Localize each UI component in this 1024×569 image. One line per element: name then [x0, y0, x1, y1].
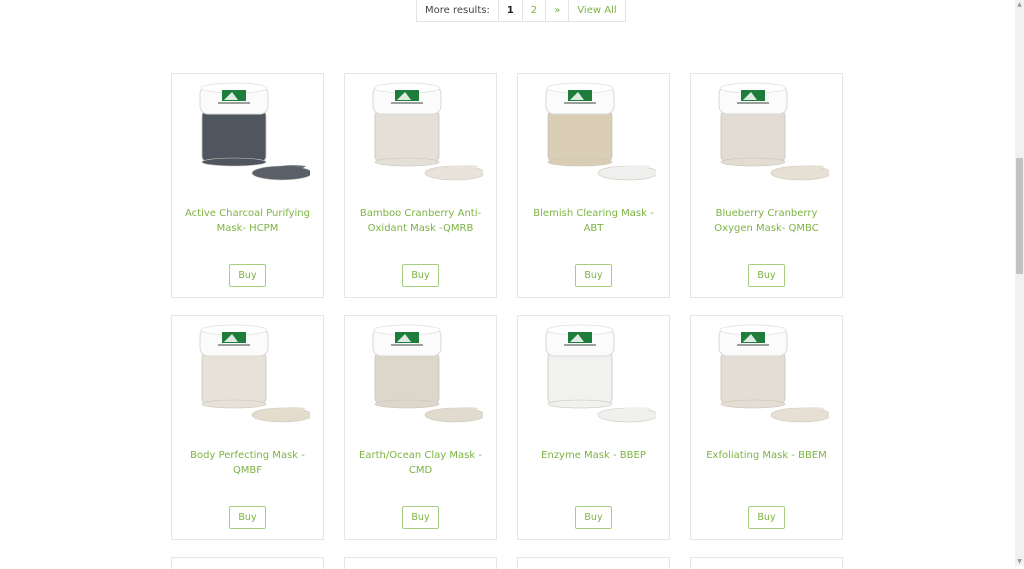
page: More results: 1 2 » View All Active Char… — [0, 0, 1015, 569]
product-card[interactable] — [517, 557, 670, 569]
scroll-down-arrow-icon[interactable]: ▼ — [1015, 557, 1024, 566]
buy-button[interactable]: Buy — [229, 506, 266, 529]
product-title-link[interactable]: Exfoliating Mask - BBEM — [699, 449, 834, 464]
scroll-up-arrow-icon[interactable]: ▲ — [1015, 0, 1024, 9]
product-title-link[interactable]: Active Charcoal Purifying Mask- HCPM — [180, 207, 315, 236]
product-card[interactable]: Active Charcoal Purifying Mask- HCPM Buy — [171, 73, 324, 298]
product-title-link[interactable]: Blueberry Cranberry Oxygen Mask- QMBC — [699, 207, 834, 236]
product-card[interactable]: Earth/Ocean Clay Mask - CMD Buy — [344, 315, 497, 540]
buy-button[interactable]: Buy — [575, 506, 612, 529]
buy-button[interactable]: Buy — [575, 264, 612, 287]
product-jar-image[interactable] — [186, 322, 310, 434]
product-card[interactable] — [690, 557, 843, 569]
product-card[interactable] — [171, 557, 324, 569]
product-title-link[interactable]: Enzyme Mask - BBEP — [526, 449, 661, 464]
product-card[interactable]: Exfoliating Mask - BBEM Buy — [690, 315, 843, 540]
product-card[interactable]: Body Perfecting Mask - QMBF Buy — [171, 315, 324, 540]
product-jar-image[interactable] — [186, 80, 310, 192]
product-title-link[interactable]: Body Perfecting Mask - QMBF — [180, 449, 315, 478]
scrollbar[interactable]: ▲ ▼ — [1015, 0, 1024, 566]
buy-button[interactable]: Buy — [748, 264, 785, 287]
buy-button[interactable]: Buy — [402, 264, 439, 287]
product-title-link[interactable]: Blemish Clearing Mask - ABT — [526, 207, 661, 236]
pagination-next[interactable]: » — [546, 0, 570, 21]
product-jar-image[interactable] — [705, 322, 829, 434]
pagination-page-1: 1 — [499, 0, 523, 21]
scrollbar-thumb[interactable] — [1016, 158, 1023, 274]
product-title-link[interactable]: Earth/Ocean Clay Mask - CMD — [353, 449, 488, 478]
pagination: More results: 1 2 » View All — [416, 0, 626, 22]
pagination-view-all[interactable]: View All — [569, 0, 624, 21]
product-card[interactable]: Bamboo Cranberry Anti-Oxidant Mask -QMRB… — [344, 73, 497, 298]
product-jar-image[interactable] — [532, 80, 656, 192]
product-card[interactable]: Enzyme Mask - BBEP Buy — [517, 315, 670, 540]
buy-button[interactable]: Buy — [402, 506, 439, 529]
product-jar-image[interactable] — [705, 80, 829, 192]
product-card[interactable]: Blemish Clearing Mask - ABT Buy — [517, 73, 670, 298]
product-card[interactable]: Blueberry Cranberry Oxygen Mask- QMBC Buy — [690, 73, 843, 298]
buy-button[interactable]: Buy — [229, 264, 266, 287]
product-card[interactable] — [344, 557, 497, 569]
buy-button[interactable]: Buy — [748, 506, 785, 529]
pagination-page-2[interactable]: 2 — [523, 0, 547, 21]
product-jar-image[interactable] — [532, 322, 656, 434]
product-jar-image[interactable] — [359, 80, 483, 192]
product-title-link[interactable]: Bamboo Cranberry Anti-Oxidant Mask -QMRB — [353, 207, 488, 236]
product-jar-image[interactable] — [359, 322, 483, 434]
pagination-label: More results: — [417, 0, 499, 21]
